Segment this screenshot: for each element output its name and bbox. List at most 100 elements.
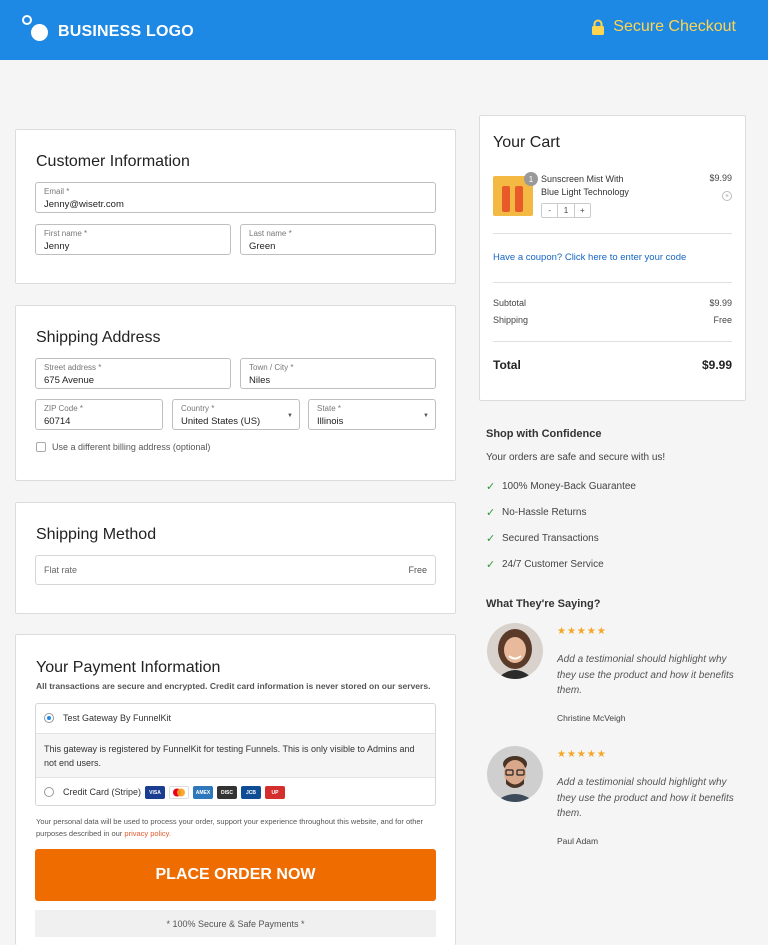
section-title: Shipping Method	[36, 526, 157, 543]
product-price: $9.99	[709, 173, 732, 183]
field-value: Green	[249, 241, 276, 252]
chevron-down-icon: ▼	[287, 413, 293, 419]
billing-address-checkbox[interactable]	[36, 442, 46, 452]
payment-subtitle: All transactions are secure and encrypte…	[36, 681, 431, 691]
avatar	[487, 746, 543, 802]
logo-mark-icon	[22, 15, 50, 43]
divider	[493, 282, 732, 283]
privacy-policy-link[interactable]: privacy policy.	[124, 829, 171, 838]
billing-address-label: Use a different billing address (optiona…	[52, 442, 211, 452]
field-label: First name *	[44, 229, 88, 238]
field-value: Jenny@wisetr.com	[44, 199, 124, 210]
product-name: Sunscreen Mist With Blue Light Technolog…	[541, 173, 629, 199]
secure-checkout-label: Secure Checkout	[613, 18, 736, 35]
privacy-text: Your personal data will be used to proce…	[36, 817, 424, 838]
shipping-value: Free	[713, 315, 732, 325]
secure-payments-note: * 100% Secure & Safe Payments *	[35, 910, 436, 937]
country-select[interactable]: Country * United States (US) ▼	[172, 399, 300, 430]
field-label: State *	[317, 404, 342, 413]
city-field[interactable]: Town / City * Niles	[240, 358, 436, 389]
rating-stars: ★★★★★	[557, 749, 607, 760]
confidence-title: Shop with Confidence	[486, 428, 602, 440]
last-name-field[interactable]: Last name * Green	[240, 224, 436, 255]
testimonials-title: What They're Saying?	[486, 598, 601, 610]
product-name-line: Blue Light Technology	[541, 187, 629, 197]
field-label: Country *	[181, 404, 215, 413]
confidence-item: 100% Money-Back Guarantee	[502, 481, 636, 492]
place-order-button[interactable]: PLACE ORDER NOW	[35, 849, 436, 901]
secure-checkout: Secure Checkout	[591, 18, 736, 36]
field-value: United States (US)	[181, 416, 261, 427]
confidence-subtitle: Your orders are safe and secure with us!	[486, 452, 666, 463]
payment-option-label: Credit Card (Stripe)	[63, 787, 142, 797]
shipping-address-section: Shipping Address Street address * 675 Av…	[15, 305, 456, 481]
check-icon: ✓	[486, 481, 496, 493]
decrement-button[interactable]: -	[542, 204, 557, 217]
divider	[493, 341, 732, 342]
field-label: ZIP Code *	[44, 404, 83, 413]
zip-code-field[interactable]: ZIP Code * 60714	[35, 399, 163, 430]
increment-button[interactable]: +	[575, 204, 590, 217]
total-value: $9.99	[701, 358, 732, 372]
field-value: Niles	[249, 375, 271, 386]
field-value: 60714	[44, 416, 71, 427]
field-label: Town / City *	[249, 363, 294, 372]
cart-section: Your Cart 1 Sunscreen Mist With Blue Lig…	[479, 115, 746, 401]
shipping-option-label: Flat rate	[44, 565, 78, 575]
cart-title: Your Cart	[493, 134, 560, 151]
check-icon: ✓	[486, 533, 496, 545]
privacy-notice: Your personal data will be used to proce…	[36, 816, 436, 840]
shipping-option-flat-rate[interactable]: Flat rate Free	[35, 555, 436, 585]
section-title: Customer Information	[36, 153, 190, 170]
total-label: Total	[493, 358, 521, 372]
field-label: Last name *	[249, 229, 292, 238]
jcb-icon: JCB	[241, 786, 261, 799]
shipping-method-section: Shipping Method Flat rate Free	[15, 502, 456, 614]
first-name-field[interactable]: First name * Jenny	[35, 224, 231, 255]
section-title: Shipping Address	[36, 329, 161, 346]
discover-icon: DISC	[217, 786, 237, 799]
testimonial-quote: Add a testimonial should highlight why t…	[557, 777, 734, 819]
radio-unselected-icon[interactable]	[44, 787, 54, 797]
testimonial-quote: Add a testimonial should highlight why t…	[557, 654, 734, 696]
check-icon: ✓	[486, 559, 496, 571]
subtotal-label: Subtotal	[493, 298, 527, 308]
chevron-down-icon: ▼	[423, 413, 429, 419]
payment-section: Your Payment Information All transaction…	[15, 634, 456, 945]
subtotal-value: $9.99	[709, 298, 732, 308]
confidence-item: No-Hassle Returns	[502, 507, 587, 518]
logo-text: BUSINESS LOGO	[58, 23, 194, 40]
avatar	[487, 623, 543, 679]
payment-option-test-gateway[interactable]: Test Gateway By FunnelKit	[36, 704, 435, 733]
divider	[493, 233, 732, 234]
email-field[interactable]: Email * Jenny@wisetr.com	[35, 182, 436, 213]
quantity-badge: 1	[524, 172, 538, 186]
payment-option-description: This gateway is registered by FunnelKit …	[36, 733, 435, 778]
quantity-value[interactable]: 1	[557, 204, 575, 217]
gateway-description: This gateway is registered by FunnelKit …	[44, 744, 415, 768]
customer-information-section: Customer Information Email * Jenny@wiset…	[15, 129, 456, 284]
check-icon: ✓	[486, 507, 496, 519]
field-value: 675 Avenue	[44, 375, 95, 386]
payment-option-credit-card[interactable]: Credit Card (Stripe) VISA AMEX DISC JCB …	[36, 778, 435, 806]
radio-selected-icon[interactable]	[44, 713, 54, 723]
business-logo[interactable]: BUSINESS LOGO	[22, 14, 194, 44]
header: BUSINESS LOGO Secure Checkout	[0, 0, 768, 60]
remove-item-icon[interactable]: ×	[722, 191, 732, 201]
mastercard-icon	[169, 786, 189, 799]
state-select[interactable]: State * Illinois ▼	[308, 399, 436, 430]
shipping-label: Shipping	[493, 315, 529, 325]
payment-option-label: Test Gateway By FunnelKit	[63, 713, 172, 723]
product-name-line: Sunscreen Mist With	[541, 174, 624, 184]
coupon-link[interactable]: Have a coupon? Click here to enter your …	[493, 252, 686, 263]
field-value: Illinois	[317, 416, 344, 427]
field-value: Jenny	[44, 241, 70, 252]
section-title: Your Payment Information	[36, 659, 221, 676]
confidence-item: Secured Transactions	[502, 533, 599, 544]
field-label: Email *	[44, 187, 70, 196]
street-address-field[interactable]: Street address * 675 Avenue	[35, 358, 231, 389]
amex-icon: AMEX	[193, 786, 213, 799]
shipping-option-price: Free	[408, 565, 427, 575]
confidence-item: 24/7 Customer Service	[502, 559, 604, 570]
quantity-stepper: - 1 +	[541, 203, 591, 218]
